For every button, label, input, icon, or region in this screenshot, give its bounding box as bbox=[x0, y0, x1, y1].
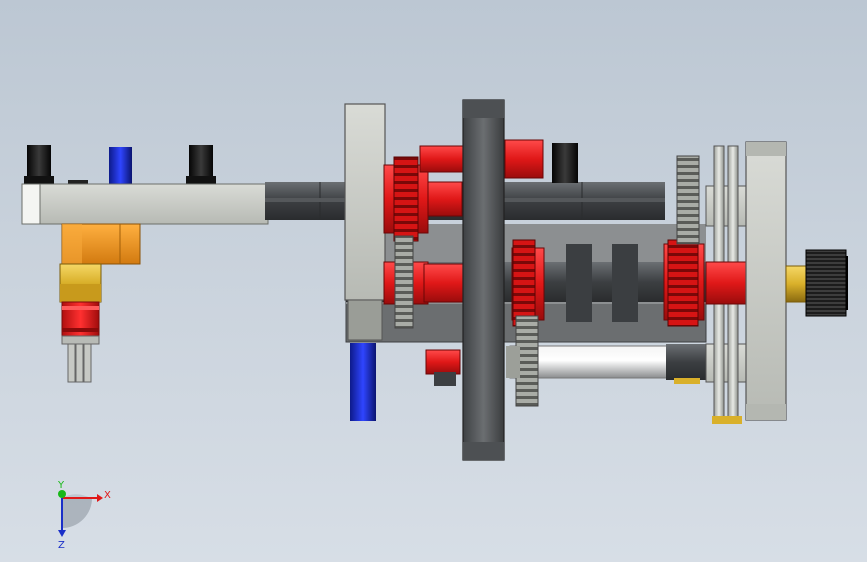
blue-rod[interactable] bbox=[350, 343, 376, 421]
central-disc[interactable] bbox=[462, 99, 505, 461]
gear-stack-left[interactable] bbox=[383, 145, 467, 386]
left-assembly[interactable] bbox=[21, 145, 269, 383]
y-axis-label: Y bbox=[57, 480, 65, 491]
red-coupling[interactable] bbox=[61, 301, 100, 337]
orange-bracket[interactable] bbox=[61, 223, 141, 265]
bottom-shaft[interactable] bbox=[509, 344, 708, 384]
black-post-center bbox=[552, 143, 578, 183]
base-arm[interactable] bbox=[21, 183, 269, 225]
right-frame[interactable] bbox=[705, 145, 749, 424]
end-plate[interactable] bbox=[745, 141, 787, 421]
axis-triad: X Y Z bbox=[57, 480, 111, 551]
y-axis-point bbox=[58, 490, 66, 498]
z-axis-label: Z bbox=[58, 540, 65, 551]
yellow-collar[interactable] bbox=[59, 263, 102, 303]
gear-stack-right[interactable] bbox=[663, 155, 705, 327]
x-axis-label: X bbox=[104, 490, 111, 501]
black-post-left bbox=[24, 145, 54, 184]
black-post-mid bbox=[186, 145, 216, 184]
knurled-knob[interactable] bbox=[785, 249, 848, 317]
cad-viewport[interactable]: X Y Z bbox=[0, 0, 867, 562]
blue-pin[interactable] bbox=[109, 147, 132, 185]
coupling-prongs bbox=[61, 335, 100, 383]
gray-plate[interactable] bbox=[344, 103, 386, 341]
